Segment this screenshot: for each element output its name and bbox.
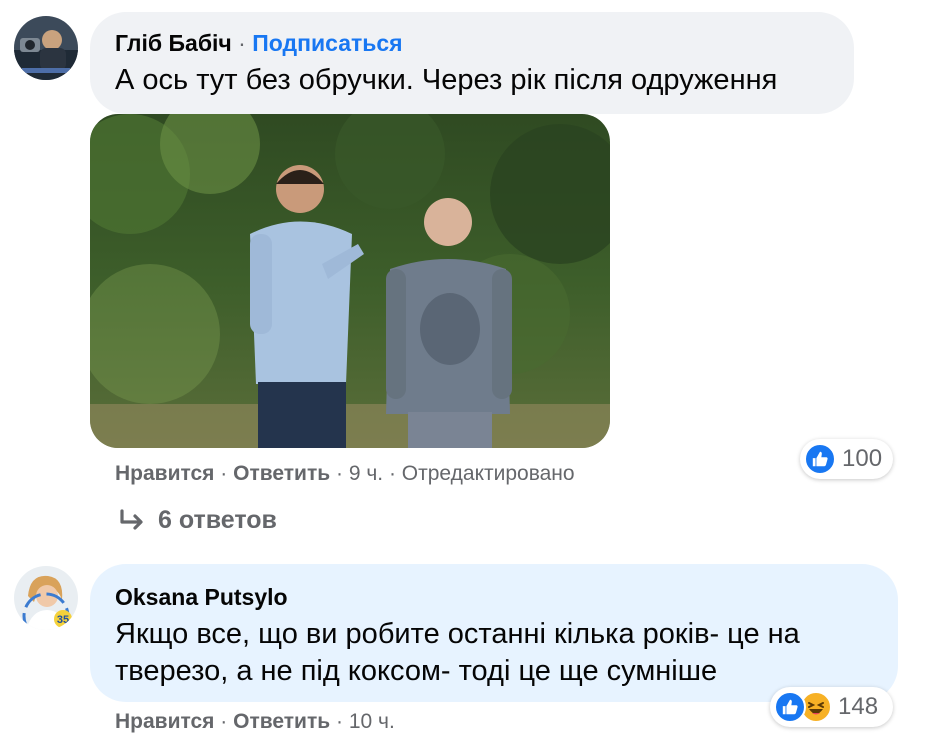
photo-two-men-walking [90,114,610,448]
thumbs-up-icon [804,443,836,475]
reply-action[interactable]: Ответить [233,462,330,485]
comment-text-2-line-2: тверезо, а не під коксом- тоді це ще сум… [115,655,718,687]
comment-timestamp[interactable]: 10 ч. [349,710,395,733]
author-name[interactable]: Гліб Бабіч [115,30,232,56]
avatar-photo [14,16,78,80]
avatar-gleb[interactable] [14,16,78,80]
avatar-photo: 35 [14,566,78,630]
avatar-badge-text: 35 [57,614,69,626]
reaction-count: 100 [842,445,883,472]
separator-dot: · [336,462,349,485]
follow-button[interactable]: Подписаться [252,30,402,56]
reactions-summary-1[interactable]: 100 [800,439,893,479]
avatar-oksana[interactable]: 35 [14,566,78,630]
reactions-summary-2[interactable]: 148 [770,687,893,727]
separator-dot: · [220,462,234,485]
edited-label: Отредактировано [401,462,575,485]
reply-action[interactable]: Ответить [233,710,330,733]
comment-text-2-line-1: Якщо все, що ви робите останні кілька ро… [115,618,800,650]
separator-dot: · [336,710,349,733]
like-action[interactable]: Нравится [115,710,214,733]
separator-dot: · [388,462,402,485]
reply-arrow-icon [120,508,143,530]
view-replies-button[interactable]: 6 ответов [118,506,277,535]
separator-dot: · [238,30,246,56]
reaction-count: 148 [838,693,879,720]
separator-dot: · [220,710,234,733]
author-name[interactable]: Oksana Putsylo [115,584,288,610]
like-action[interactable]: Нравится [115,462,214,485]
comment-timestamp[interactable]: 9 ч. [349,462,383,485]
comment-author-line-2: Oksana Putsylo [115,584,288,611]
comment-text-1: А ось тут без обручки. Через рік після о… [115,64,778,96]
comment-author-line-1: Гліб Бабіч · Подписаться [115,30,403,57]
comment-actions-1: Нравится · Ответить · 9 ч. · Отредактиро… [115,462,575,486]
comment-actions-2: Нравится · Ответить · 10 ч. [115,710,395,734]
replies-count-label: 6 ответов [158,506,277,534]
thumbs-up-icon [774,691,806,723]
comment-attached-photo[interactable] [90,114,610,448]
